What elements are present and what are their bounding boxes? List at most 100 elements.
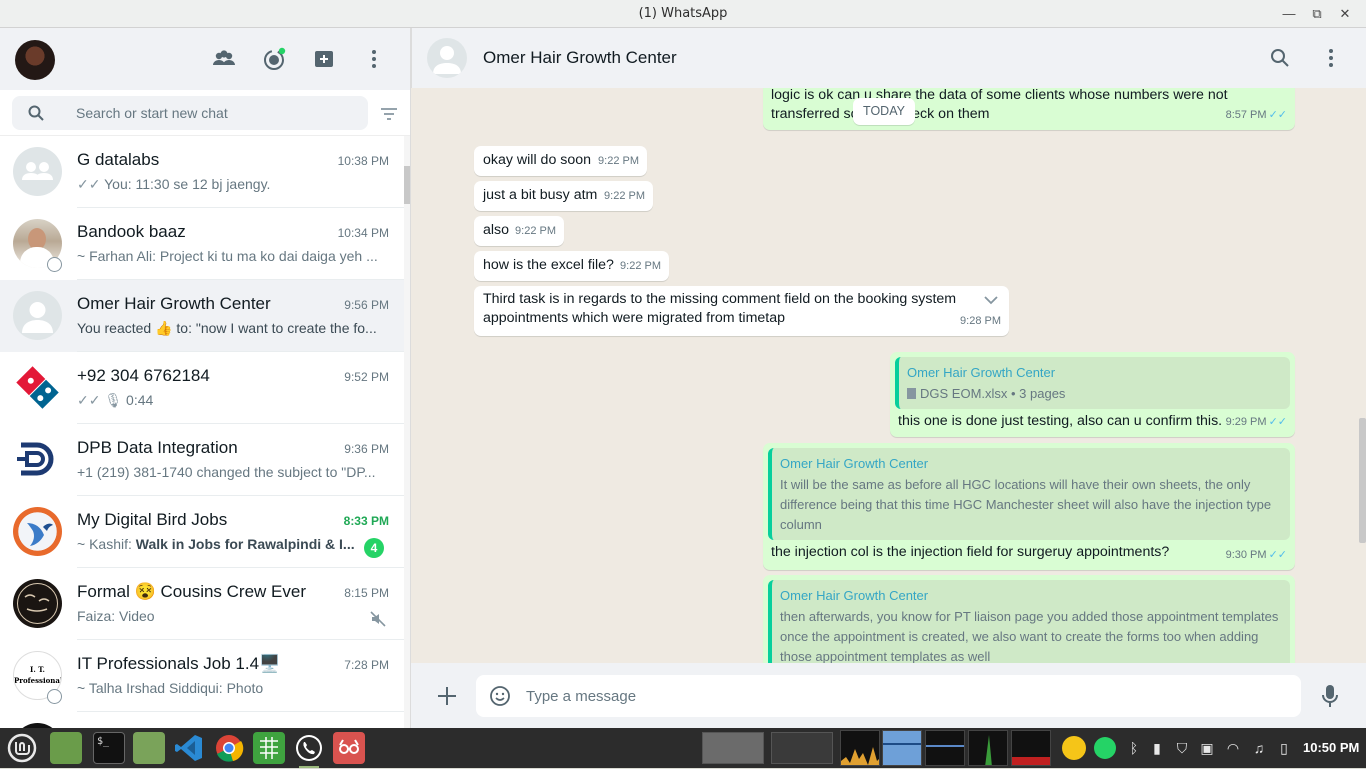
- maximize-icon[interactable]: ⧉: [1308, 5, 1326, 23]
- chat-last-message: ~ Talha Irshad Siddiqui: Photo: [77, 680, 264, 696]
- search-input[interactable]: [76, 96, 356, 130]
- quoted-message[interactable]: Omer Hair Growth Center then afterwards,…: [768, 580, 1290, 663]
- outgoing-message[interactable]: Omer Hair Growth Center then afterwards,…: [763, 575, 1295, 663]
- group-avatar: [13, 147, 62, 196]
- timer-icon: [47, 689, 62, 704]
- message-input-box[interactable]: [476, 675, 1301, 717]
- outgoing-message[interactable]: logic is ok can u share the data of some…: [763, 88, 1295, 130]
- title-bar: (1) WhatsApp — ⧉ ✕: [0, 0, 1366, 28]
- attach-plus-icon[interactable]: [436, 685, 458, 707]
- emoji-icon[interactable]: [489, 685, 511, 707]
- wifi-icon[interactable]: ◠: [1223, 738, 1243, 758]
- search-icon[interactable]: [1270, 48, 1290, 68]
- read-ticks-icon: ✓✓: [77, 176, 101, 192]
- spreadsheet-icon[interactable]: [253, 732, 285, 764]
- close-icon[interactable]: ✕: [1336, 5, 1354, 23]
- sound-icon[interactable]: ♫: [1249, 738, 1269, 758]
- clipboard-icon[interactable]: ▮: [1147, 738, 1167, 758]
- cpu-monitor[interactable]: [840, 730, 880, 766]
- status-icon[interactable]: [261, 46, 287, 72]
- chat-item[interactable]: G datalabs 10:38 PM ✓✓ You: 11:30 se 12 …: [0, 136, 404, 208]
- sidebar-scrollbar[interactable]: [404, 136, 410, 728]
- workspace-1[interactable]: [702, 732, 764, 764]
- quoted-message[interactable]: Omer Hair Growth Center It will be the s…: [768, 448, 1290, 540]
- window-title: (1) WhatsApp: [638, 6, 728, 21]
- taskbar-clock[interactable]: 10:50 PM: [1303, 740, 1359, 755]
- outgoing-message[interactable]: Omer Hair Growth Center DGS EOM.xlsx • 3…: [890, 352, 1295, 437]
- default-user-icon: [22, 302, 53, 333]
- bluetooth-icon[interactable]: ᛒ: [1124, 738, 1144, 758]
- communities-icon[interactable]: [211, 46, 237, 72]
- whatsapp-tray-icon[interactable]: [1094, 737, 1116, 759]
- chat-item[interactable]: Formal 😵 Cousins Crew Ever 8:15 PM Faiza…: [0, 568, 404, 640]
- minimize-icon[interactable]: —: [1280, 5, 1298, 23]
- read-ticks-icon: ✓✓: [1268, 549, 1287, 561]
- date-divider: TODAY: [853, 98, 915, 125]
- update-icon[interactable]: ▣: [1197, 738, 1217, 758]
- network-monitor[interactable]: [925, 730, 965, 766]
- chat-time: 9:52 PM: [344, 370, 389, 384]
- unread-badge: 4: [364, 538, 384, 558]
- dpb-logo-icon: [17, 442, 54, 476]
- quoted-message[interactable]: Omer Hair Growth Center DGS EOM.xlsx • 3…: [895, 357, 1290, 409]
- menu-icon[interactable]: [1321, 47, 1341, 69]
- search-icon: [28, 105, 44, 121]
- profile-avatar[interactable]: [15, 40, 55, 80]
- read-ticks-icon: ✓✓: [1268, 109, 1287, 121]
- new-chat-icon[interactable]: [311, 46, 337, 72]
- contact-name: Omer Hair Growth Center: [483, 48, 677, 67]
- terminal-icon[interactable]: $_: [93, 732, 125, 764]
- message-input[interactable]: [526, 675, 1286, 717]
- sidebar-header: [0, 28, 410, 90]
- chat-name: G datalabs: [77, 150, 160, 169]
- incoming-message[interactable]: just a bit busy atm 9:22 PM: [474, 181, 653, 211]
- chat-last-message: ~ Kashif: Walk in Jobs for Rawalpindi & …: [77, 536, 355, 552]
- conversation-panel: Omer Hair Growth Center logic is ok can …: [411, 28, 1366, 728]
- conversation-header[interactable]: Omer Hair Growth Center: [411, 28, 1366, 88]
- chat-item[interactable]: DPB Data Integration 9:36 PM +1 (219) 38…: [0, 424, 404, 496]
- chevron-down-icon[interactable]: [983, 294, 999, 306]
- conversation-scrollbar[interactable]: [1359, 88, 1366, 663]
- chat-last-message: ~ Farhan Ali: Project ki tu ma ko dai da…: [77, 248, 378, 264]
- swap-monitor[interactable]: [968, 730, 1008, 766]
- menu-icon[interactable]: [361, 46, 387, 72]
- chat-item[interactable]: Bandook baaz 10:34 PM ~ Farhan Ali: Proj…: [0, 208, 404, 280]
- incoming-message[interactable]: okay will do soon 9:22 PM: [474, 146, 647, 176]
- composer: [411, 663, 1366, 728]
- chrome-icon[interactable]: [213, 732, 245, 764]
- incoming-message[interactable]: also 9:22 PM: [474, 216, 564, 246]
- cafe-logo-icon: [17, 583, 58, 624]
- chat-item[interactable]: +92 304 6762184 9:52 PM ✓✓ 🎙 0:44: [0, 352, 404, 424]
- battery-icon[interactable]: ▯: [1274, 738, 1294, 758]
- workspace-2[interactable]: [771, 732, 833, 764]
- filter-icon[interactable]: [380, 107, 398, 121]
- incoming-message[interactable]: Third task is in regards to the missing …: [474, 286, 1009, 336]
- outgoing-message[interactable]: Omer Hair Growth Center It will be the s…: [763, 443, 1295, 570]
- search-box[interactable]: [12, 96, 368, 130]
- microphone-icon[interactable]: [1321, 684, 1339, 708]
- incoming-message[interactable]: how is the excel file? 9:22 PM: [474, 251, 669, 281]
- clock-tray-icon[interactable]: [1062, 736, 1086, 760]
- contact-avatar[interactable]: [427, 38, 467, 78]
- chat-item[interactable]: I. T. Professional IT Professionals Job …: [0, 640, 404, 712]
- readme-icon[interactable]: [333, 732, 365, 764]
- memory-monitor[interactable]: [882, 730, 922, 766]
- chat-time: 8:33 PM: [343, 514, 389, 528]
- chat-last-message: You reacted 👍 to: "now I want to create …: [77, 320, 377, 336]
- show-desktop-icon[interactable]: [50, 732, 82, 764]
- document-icon: [907, 388, 916, 399]
- files-icon[interactable]: [133, 732, 165, 764]
- chat-item-selected[interactable]: Omer Hair Growth Center 9:56 PM You reac…: [0, 280, 404, 352]
- whatsapp-taskbar-icon[interactable]: [293, 732, 325, 768]
- chat-item[interactable]: [0, 712, 404, 728]
- chat-last-message: +1 (219) 381-1740 changed the subject to…: [77, 464, 376, 480]
- vscode-icon[interactable]: [173, 732, 205, 764]
- domino-logo-icon: [16, 366, 59, 409]
- mint-menu-icon[interactable]: [6, 732, 38, 764]
- chat-item[interactable]: My Digital Bird Jobs 8:33 PM ~ Kashif: W…: [0, 496, 404, 568]
- shield-icon[interactable]: ⛉: [1172, 738, 1192, 758]
- load-monitor[interactable]: [1011, 730, 1051, 766]
- chat-name: Omer Hair Growth Center: [77, 294, 271, 313]
- chat-time: 9:56 PM: [344, 298, 389, 312]
- chat-list: G datalabs 10:38 PM ✓✓ You: 11:30 se 12 …: [0, 136, 404, 728]
